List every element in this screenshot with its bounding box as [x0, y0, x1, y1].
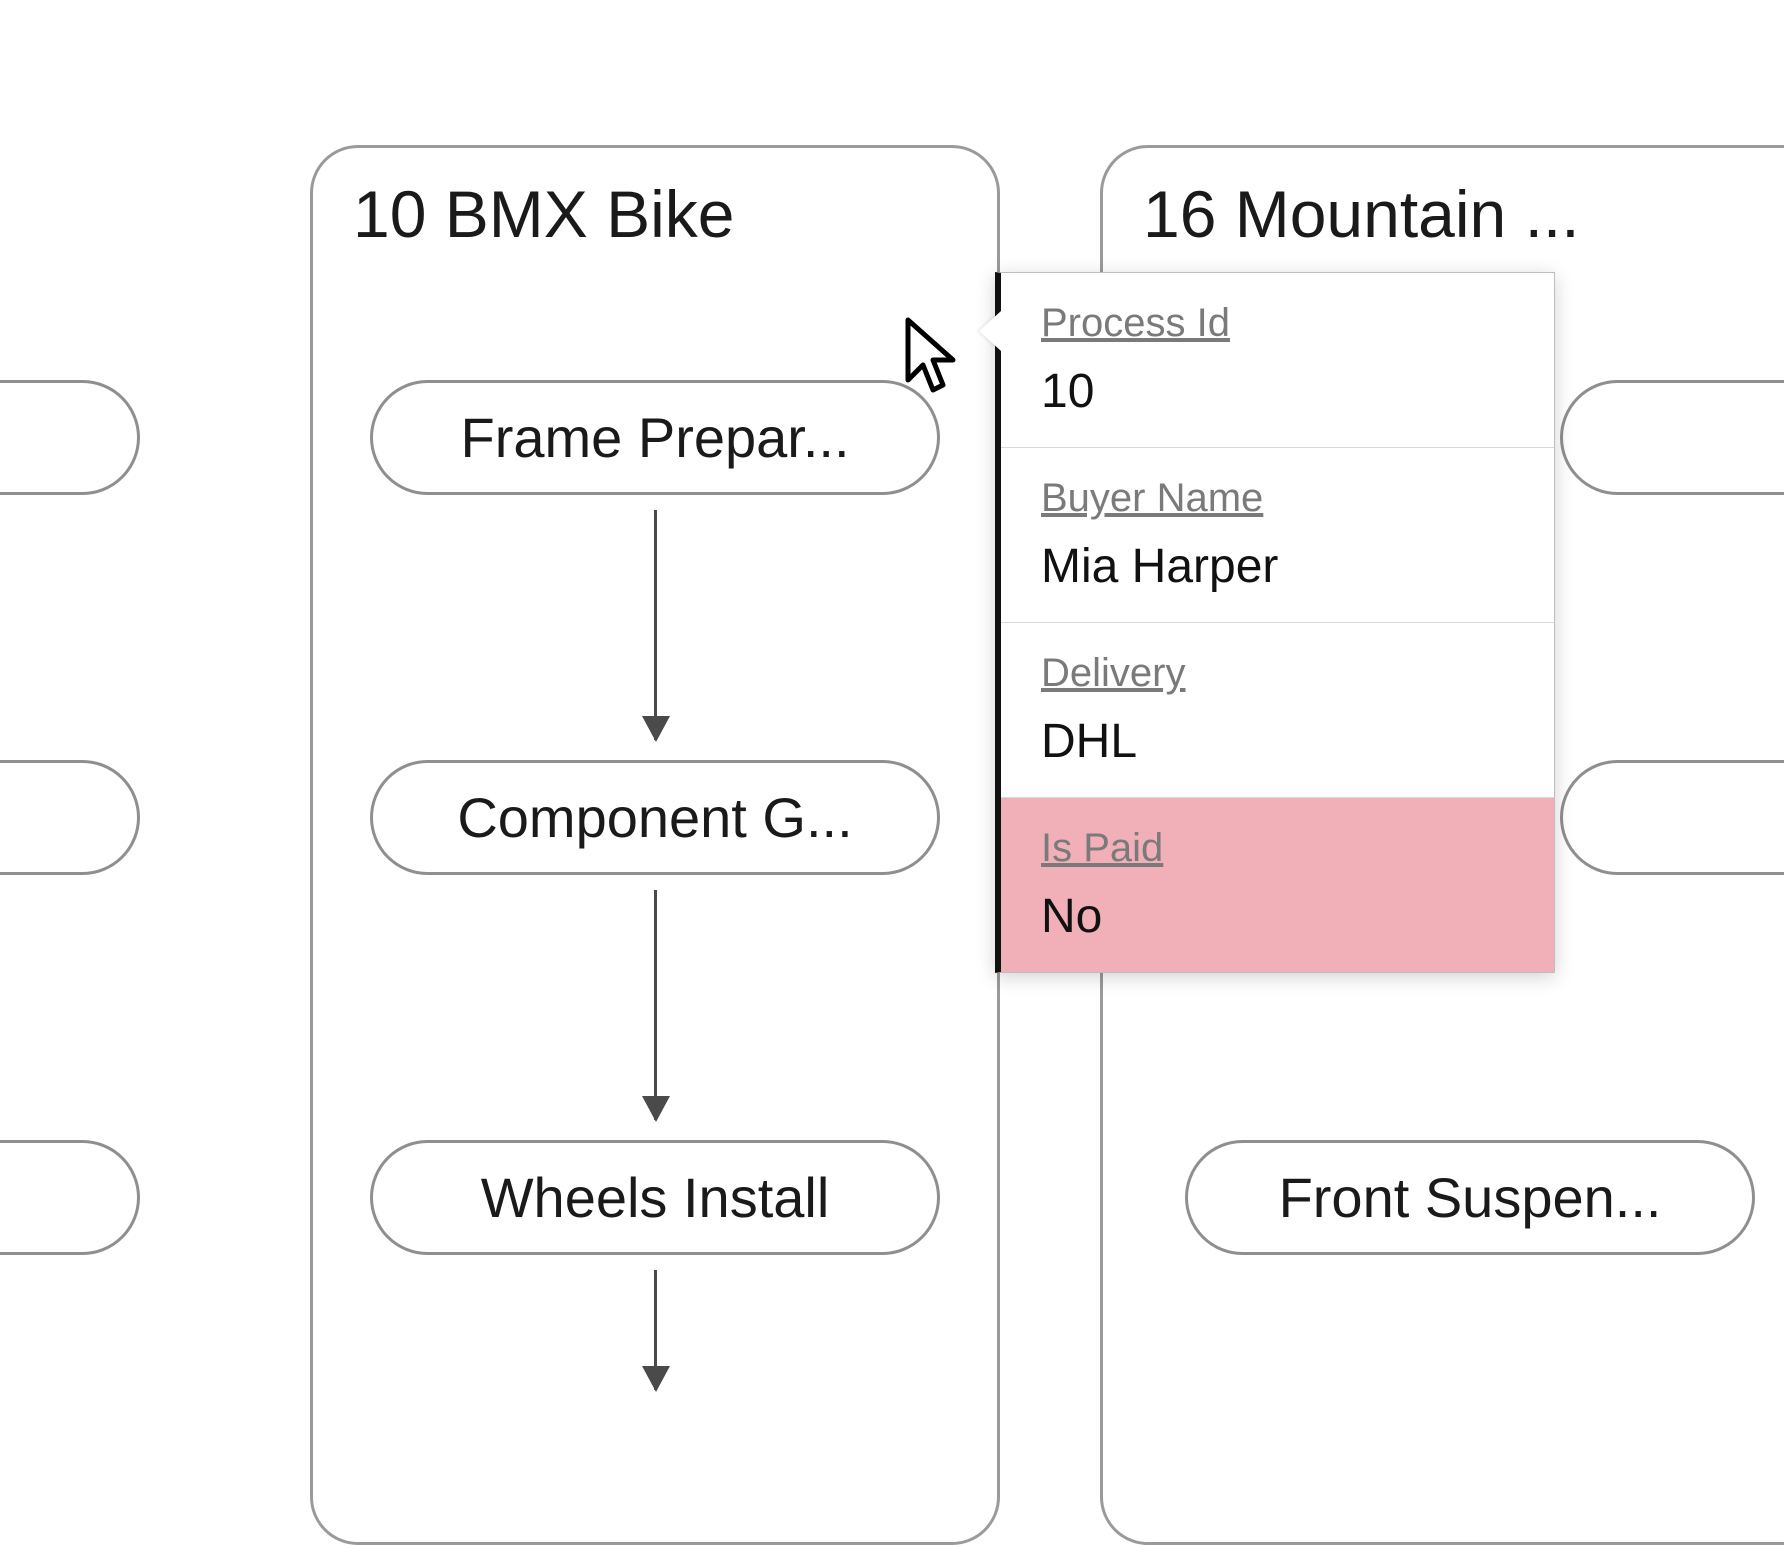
right-node-1[interactable]: G...: [1560, 760, 1784, 875]
tooltip-row-buyer-name: Buyer Name Mia Harper: [1001, 448, 1554, 623]
lane-title: 10 BMX Bike: [313, 148, 997, 262]
left-node-0[interactable]: ar...: [0, 380, 140, 495]
left-node-2[interactable]: tall: [0, 1140, 140, 1255]
field-value: DHL: [1041, 715, 1137, 768]
flow-arrow: [654, 890, 657, 1120]
node-label: Front Suspen...: [1279, 1166, 1662, 1229]
field-value: 10: [1041, 365, 1094, 418]
field-label: Process Id: [1041, 301, 1514, 346]
center-node-0[interactable]: Frame Prepar...: [370, 380, 940, 495]
diagram-canvas[interactable]: ar... G... tall 10 BMX Bike Frame Prepar…: [0, 0, 1784, 1354]
tooltip-row-is-paid: Is Paid No: [1001, 798, 1554, 972]
field-label: Delivery: [1041, 651, 1514, 696]
node-label: Frame Prepar...: [460, 406, 849, 469]
center-node-1[interactable]: Component G...: [370, 760, 940, 875]
tooltip-row-process-id: Process Id 10: [1001, 273, 1554, 448]
flow-arrow: [654, 510, 657, 740]
right-node-2[interactable]: Front Suspen...: [1185, 1140, 1755, 1255]
node-label: Wheels Install: [481, 1166, 830, 1229]
field-value: No: [1041, 890, 1102, 943]
field-value: Mia Harper: [1041, 540, 1278, 593]
right-node-0[interactable]: ar...: [1560, 380, 1784, 495]
flow-arrow: [654, 1270, 657, 1390]
field-label: Is Paid: [1041, 826, 1514, 871]
tooltip-caret-icon: [979, 311, 1001, 351]
center-node-2[interactable]: Wheels Install: [370, 1140, 940, 1255]
lane-title: 16 Mountain ...: [1103, 148, 1784, 262]
node-label: Component G...: [457, 786, 852, 849]
field-label: Buyer Name: [1041, 476, 1514, 521]
left-node-1[interactable]: G...: [0, 760, 140, 875]
tooltip-row-delivery: Delivery DHL: [1001, 623, 1554, 798]
details-tooltip: Process Id 10 Buyer Name Mia Harper Deli…: [995, 272, 1555, 973]
